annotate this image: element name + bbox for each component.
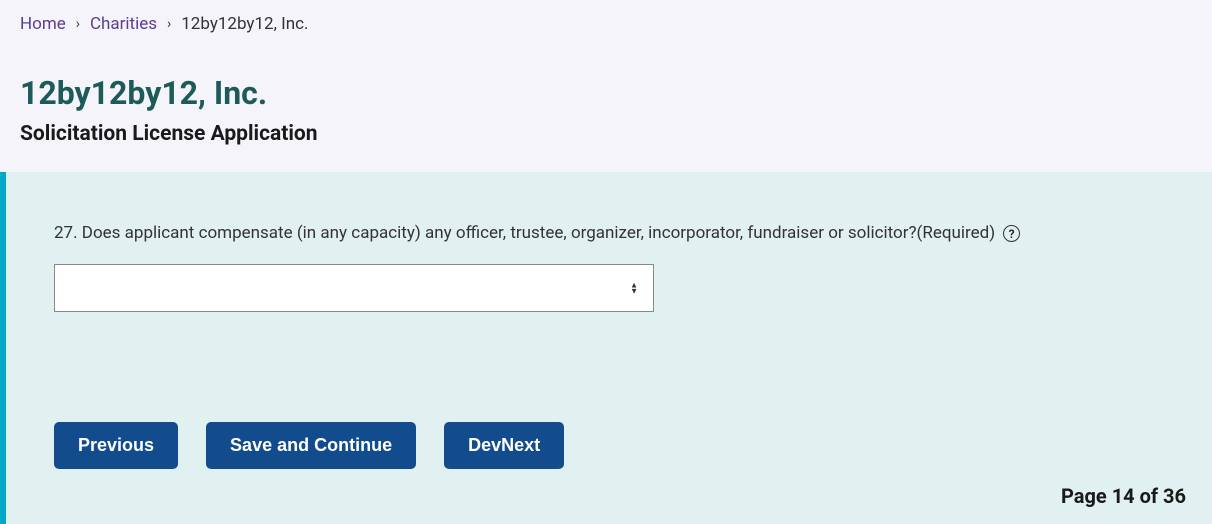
question-row: 27. Does applicant compensate (in any ca… bbox=[54, 220, 1164, 246]
save-continue-button[interactable]: Save and Continue bbox=[206, 422, 416, 469]
previous-button[interactable]: Previous bbox=[54, 422, 178, 469]
breadcrumb-current: 12by12by12, Inc. bbox=[181, 14, 308, 34]
chevron-right-icon: › bbox=[167, 16, 171, 32]
button-row: Previous Save and Continue DevNext bbox=[54, 422, 1164, 469]
form-panel: 27. Does applicant compensate (in any ca… bbox=[0, 172, 1212, 524]
breadcrumb: Home › Charities › 12by12by12, Inc. bbox=[0, 0, 1212, 48]
compensation-select[interactable] bbox=[54, 264, 654, 312]
breadcrumb-home[interactable]: Home bbox=[20, 14, 66, 34]
breadcrumb-charities[interactable]: Charities bbox=[90, 14, 157, 34]
select-wrapper: ▲ ▼ bbox=[54, 264, 654, 312]
dev-next-button[interactable]: DevNext bbox=[444, 422, 564, 469]
question-label: 27. Does applicant compensate (in any ca… bbox=[54, 223, 995, 243]
page-subtitle: Solicitation License Application bbox=[0, 122, 1212, 146]
page-indicator: Page 14 of 36 bbox=[1061, 484, 1186, 508]
page-title: 12by12by12, Inc. bbox=[0, 74, 1212, 112]
chevron-right-icon: › bbox=[76, 16, 80, 32]
help-icon[interactable]: ? bbox=[1003, 225, 1020, 242]
